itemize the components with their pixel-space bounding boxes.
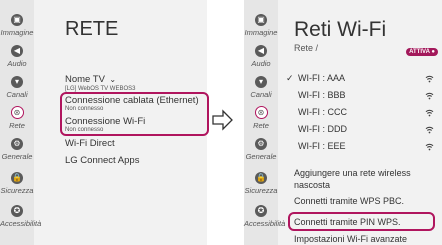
settings-sidebar: ▣ Immagine ◀ Audio ▾ Canali ⊛ Rete ⚙ Generale 🔒 Sic… [244,0,286,245]
picture-icon: ▣ [255,14,267,26]
add-hidden-network-item[interactable]: Aggiungere una rete wireless nascosta [294,167,442,191]
wifi-toggle-badge[interactable]: ATTIVA ● [406,48,438,56]
highlight-outline [60,92,209,136]
lock-icon: 🔒 [11,172,23,184]
sidebar-item-label: Audio [7,59,27,68]
sidebar-item-label: Immagine [0,28,34,37]
wifi-lock-icon [425,126,434,134]
sidebar-item-rete[interactable]: ⊛ Rete [0,106,34,130]
sidebar-item-accessibilit[interactable]: ✪ Accessibilità [244,205,286,228]
general-settings-icon: ⚙ [255,138,267,150]
accessibility-icon: ✪ [255,205,267,217]
sidebar-item-label: Canali [250,90,272,99]
wifi-lock-icon [425,75,434,83]
sidebar-item-immagine[interactable]: ▣ Immagine [244,14,278,37]
speaker-icon: ◀ [11,45,23,57]
picture-icon: ▣ [11,14,23,26]
sidebar-item-audio[interactable]: ◀ Audio [244,45,278,68]
sidebar-item-label: Sicurezza [0,186,34,195]
sidebar-item-label: Rete [253,121,269,130]
sidebar-item-sicurezza[interactable]: 🔒 Sicurezza [0,172,34,195]
wifi-network-row[interactable]: WI-FI : BBB [284,90,442,102]
wifi-network-row[interactable]: WI-FI : DDD [284,124,442,136]
wifi-network-name: WI-FI : DDD [298,124,347,134]
lock-icon: 🔒 [255,172,267,184]
network-settings-panel: ▣ Immagine ◀ Audio ▾ Canali ⊛ Rete ⚙ Generale 🔒 Sic… [0,0,209,245]
highlight-outline [288,212,435,231]
breadcrumb: Rete / [294,43,319,53]
settings-sidebar: ▣ Immagine ◀ Audio ▾ Canali ⊛ Rete ⚙ Generale 🔒 Sic… [0,0,42,245]
sidebar-item-audio[interactable]: ◀ Audio [0,45,34,68]
accessibility-icon: ✪ [11,205,23,217]
sidebar-item-immagine[interactable]: ▣ Immagine [0,14,34,37]
network-icon: ⊛ [10,106,24,119]
page-title: RETE [65,18,119,40]
speaker-icon: ◀ [255,45,267,57]
arrow-right-icon [212,109,233,131]
sidebar-item-accessibilit[interactable]: ✪ Accessibilità [0,205,42,228]
sidebar-item-label: Sicurezza [244,186,278,195]
channels-icon: ▾ [255,76,267,88]
page-title: Reti Wi-Fi [294,18,387,41]
sidebar-item-label: Generale [245,152,277,161]
wifi-network-name: WI-FI : BBB [298,90,346,100]
wifi-network-name: WI-FI : CCC [298,107,347,117]
wifi-signal-icon [425,109,434,117]
tv-name-item[interactable]: Nome TV ⌄ [LG] WebOS TV WEBOS3 [65,69,135,92]
wps-pbc-item[interactable]: Connetti tramite WPS PBC. [294,195,404,207]
wifi-signal-icon [425,92,434,100]
sidebar-item-canali[interactable]: ▾ Canali [0,76,34,99]
status-badge-label: ATTIVA [409,49,430,55]
wifi-network-row[interactable]: ✓ WI-FI : AAA [284,73,442,85]
advanced-wifi-settings-item[interactable]: Impostazioni Wi-Fi avanzate [294,233,407,245]
sidebar-item-label: Audio [251,59,271,68]
chevron-down-icon: ⌄ [109,75,117,84]
wifi-network-row[interactable]: WI-FI : EEE [284,141,442,153]
sidebar-item-sicurezza[interactable]: 🔒 Sicurezza [244,172,278,195]
wifi-content: Reti Wi-Fi Rete / ATTIVA ● ✓ WI-FI : AAA W… [284,0,442,245]
wifi-networks-panel: ▣ Immagine ◀ Audio ▾ Canali ⊛ Rete ⚙ Generale 🔒 Sic… [244,0,442,245]
wifi-signal-icon [425,143,434,151]
sidebar-item-label: Immagine [244,28,278,37]
sidebar-item-rete[interactable]: ⊛ Rete [244,106,278,130]
wifi-network-name: WI-FI : AAA [298,73,346,83]
network-icon: ⊛ [254,106,268,119]
sidebar-item-label: Generale [1,152,33,161]
general-settings-icon: ⚙ [11,138,23,150]
wifi-direct-item[interactable]: Wi-Fi Direct [65,138,115,149]
sidebar-item-label: Canali [6,90,28,99]
sidebar-item-generale[interactable]: ⚙ Generale [0,138,34,161]
toggle-dot-icon: ● [431,49,435,55]
sidebar-item-label: Accessibilità [0,219,42,228]
sidebar-item-canali[interactable]: ▾ Canali [244,76,278,99]
sidebar-item-label: Rete [9,121,25,130]
wifi-network-name: WI-FI : EEE [298,141,346,151]
wifi-network-row[interactable]: WI-FI : CCC [284,107,442,119]
sidebar-item-label: Accessibilità [244,219,286,228]
tv-name-label: Nome TV [65,74,105,85]
channels-icon: ▾ [11,76,23,88]
sidebar-item-generale[interactable]: ⚙ Generale [244,138,278,161]
lg-connect-apps-item[interactable]: LG Connect Apps [65,155,139,166]
check-icon: ✓ [286,73,294,83]
